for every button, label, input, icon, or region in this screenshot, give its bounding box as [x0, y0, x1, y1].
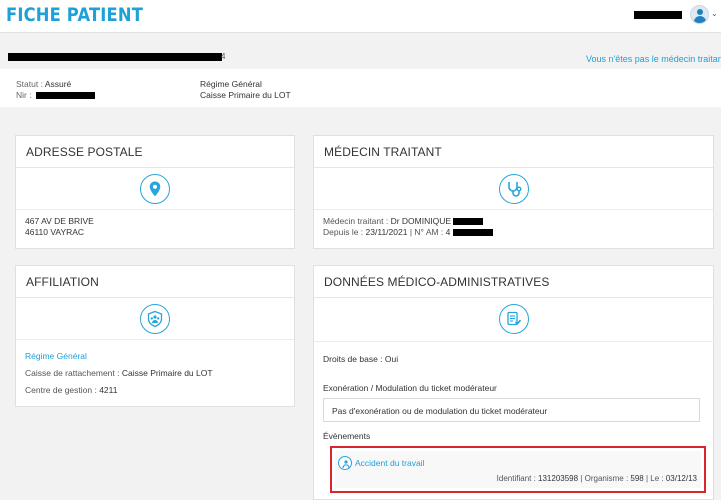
- event-id-label: Identifiant :: [496, 474, 539, 483]
- chevron-down-icon[interactable]: ⌄: [711, 9, 718, 18]
- rights-line: Droits de base : Oui: [323, 354, 398, 364]
- document-check-icon: [498, 304, 529, 334]
- exoneration-value-box: Pas d'exonération ou de modulation du ti…: [323, 398, 700, 422]
- status-label: Statut :: [16, 79, 45, 89]
- event-date-label: | Le :: [643, 474, 666, 483]
- event-date-value: 03/12/13: [665, 474, 697, 483]
- doctor-name: Dr DOMINIQUE: [390, 216, 452, 226]
- doctor-card: MÉDECIN TRAITANT Médecin traitant : Dr D…: [313, 135, 714, 249]
- event-item[interactable]: Accident du travail Identifiant : 131203…: [335, 451, 701, 488]
- top-bar: FICHE PATIENT ⌄: [0, 0, 721, 33]
- event-accident-link[interactable]: Accident du travail: [355, 458, 424, 468]
- address-card: ADRESSE POSTALE 467 AV DE BRIVE 46110 VA…: [15, 135, 295, 249]
- am-redacted: [452, 229, 493, 237]
- regime-text: Régime Général: [200, 79, 262, 89]
- patient-status-card: Statut : Assuré Nir : Régime Général Cai…: [0, 69, 721, 107]
- location-pin-icon: [140, 174, 170, 204]
- user-avatar-icon[interactable]: [690, 5, 709, 24]
- patient-name-tail: 4: [221, 52, 226, 61]
- doctor-line: Médecin traitant : Dr DOMINIQUE: [323, 216, 484, 226]
- exoneration-label: Exonération / Modulation du ticket modér…: [323, 383, 497, 393]
- stethoscope-icon: [498, 174, 529, 204]
- medadmin-card-title: DONNÉES MÉDICO-ADMINISTRATIVES: [314, 266, 713, 298]
- affiliation-regime-link[interactable]: Régime Général: [25, 351, 87, 361]
- group-shield-icon: [140, 304, 170, 334]
- page-title: FICHE PATIENT: [6, 4, 144, 26]
- am-label: | N° AM :: [407, 227, 446, 237]
- status-line: Statut : Assuré: [16, 79, 71, 89]
- affiliation-card-title: AFFILIATION: [16, 266, 294, 298]
- event-highlight: Accident du travail Identifiant : 131203…: [330, 446, 706, 493]
- not-treating-doctor-link[interactable]: Vous n'êtes pas le médecin traitant: [586, 54, 721, 64]
- caisse-value: Caisse Primaire du LOT: [121, 368, 213, 378]
- nir-line: Nir :: [16, 90, 95, 100]
- caisse-rattachement-line: Caisse de rattachement : Caisse Primaire…: [25, 368, 213, 378]
- affiliation-card: AFFILIATION Régime Général Caisse de rat…: [15, 265, 295, 407]
- address-card-title: ADRESSE POSTALE: [16, 136, 294, 168]
- doctor-since-line: Depuis le : 23/11/2021 | N° AM : 4: [323, 227, 493, 237]
- user-name-redacted: [634, 11, 682, 19]
- doctor-name-redacted: [453, 218, 484, 226]
- caisse-text: Caisse Primaire du LOT: [200, 90, 291, 100]
- address-line-2: 46110 VAYRAC: [25, 227, 85, 237]
- address-line-1: 467 AV DE BRIVE: [25, 216, 94, 226]
- since-value: 23/11/2021: [365, 227, 408, 237]
- event-meta: Identifiant : 131203598 | Organisme : 59…: [497, 474, 697, 483]
- event-org-label: | Organisme :: [578, 474, 631, 483]
- centre-value: 4211: [99, 385, 118, 395]
- caisse-label: Caisse de rattachement :: [25, 368, 122, 378]
- nir-redacted: [35, 92, 95, 100]
- event-org-value: 598: [630, 474, 644, 483]
- centre-gestion-line: Centre de gestion : 4211: [25, 385, 117, 395]
- patient-name-redacted: [8, 53, 222, 61]
- rights-label: Droits de base :: [323, 354, 385, 364]
- doctor-card-title: MÉDECIN TRAITANT: [314, 136, 713, 168]
- events-label: Évènements: [323, 431, 371, 441]
- am-value: 4: [445, 227, 451, 237]
- medadmin-card: DONNÉES MÉDICO-ADMINISTRATIVES Droits de…: [313, 265, 714, 500]
- doctor-label: Médecin traitant :: [323, 216, 391, 226]
- since-label: Depuis le :: [323, 227, 366, 237]
- accident-person-icon: [338, 456, 352, 470]
- centre-label: Centre de gestion :: [25, 385, 100, 395]
- nir-label: Nir :: [16, 90, 34, 100]
- rights-value: Oui: [384, 354, 399, 364]
- event-id-value: 131203598: [538, 474, 579, 483]
- status-value: Assuré: [44, 79, 72, 89]
